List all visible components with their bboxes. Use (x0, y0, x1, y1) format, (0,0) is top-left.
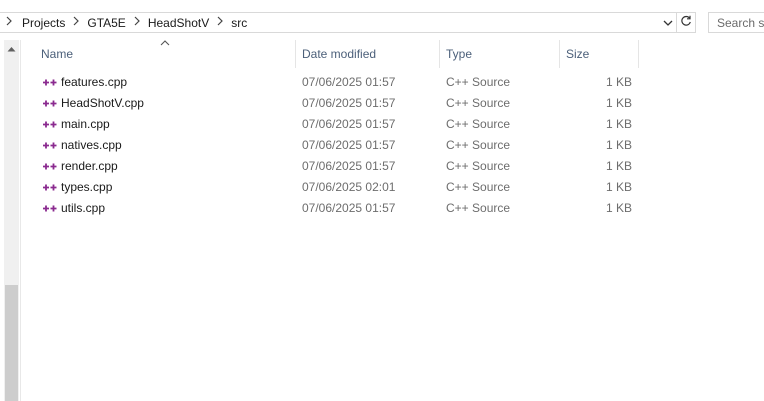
column-divider[interactable] (439, 40, 440, 68)
cpp-file-icon (42, 181, 58, 194)
file-name[interactable]: types.cpp (61, 177, 112, 198)
column-divider[interactable] (295, 40, 296, 68)
breadcrumb-headshotv[interactable]: HeadShotV (144, 16, 213, 30)
file-date-modified: 07/06/2025 01:57 (302, 159, 396, 173)
cpp-file-icon (42, 139, 58, 152)
cpp-file-icon (42, 97, 58, 110)
cpp-file-icon (42, 202, 58, 215)
cpp-file-icon (42, 118, 58, 131)
file-size: 1 KB (605, 96, 632, 110)
file-type: C++ Source (446, 159, 511, 173)
breadcrumb-projects[interactable]: Projects (18, 16, 69, 30)
cpp-file-icon (42, 160, 58, 173)
search-input[interactable] (709, 13, 764, 32)
file-row[interactable]: features.cpp 07/06/2025 01:57 C++ Source 1 … (21, 72, 764, 93)
file-type: C++ Source (446, 75, 511, 89)
column-header-name[interactable]: Name (41, 40, 73, 68)
file-type: C++ Source (446, 138, 511, 152)
file-date-modified: 07/06/2025 01:57 (302, 75, 396, 89)
chevron-right-icon[interactable] (213, 16, 227, 29)
file-date-modified: 07/06/2025 01:57 (302, 96, 396, 110)
search-box[interactable] (708, 12, 764, 33)
address-bar[interactable]: Projects GTA5E HeadShotV src (0, 12, 677, 33)
breadcrumb-src[interactable]: src (227, 16, 251, 30)
column-divider[interactable] (638, 40, 639, 68)
chevron-right-icon[interactable] (130, 16, 144, 29)
file-row[interactable]: utils.cpp 07/06/2025 01:57 C++ Source 1 KB (21, 198, 764, 219)
file-size: 1 KB (605, 201, 632, 215)
file-name[interactable]: utils.cpp (61, 198, 105, 219)
file-size: 1 KB (605, 180, 632, 194)
file-name[interactable]: natives.cpp (61, 135, 122, 156)
file-size: 1 KB (605, 159, 632, 173)
nav-pane-scrollbar[interactable] (4, 40, 19, 401)
column-header-type[interactable]: Type (446, 40, 472, 68)
file-name[interactable]: main.cpp (61, 114, 110, 135)
column-header-date-modified[interactable]: Date modified (302, 40, 376, 68)
file-size: 1 KB (605, 138, 632, 152)
file-size: 1 KB (605, 75, 632, 89)
file-list: features.cpp 07/06/2025 01:57 C++ Source 1 … (21, 72, 764, 219)
file-row[interactable]: render.cpp 07/06/2025 01:57 C++ Source 1 KB (21, 156, 764, 177)
refresh-button[interactable] (677, 12, 696, 33)
scrollbar-thumb[interactable] (5, 285, 18, 401)
file-date-modified: 07/06/2025 01:57 (302, 201, 396, 215)
file-date-modified: 07/06/2025 01:57 (302, 138, 396, 152)
file-name[interactable]: features.cpp (61, 72, 127, 93)
file-date-modified: 07/06/2025 02:01 (302, 180, 396, 194)
column-divider[interactable] (559, 40, 560, 68)
file-type: C++ Source (446, 201, 511, 215)
file-row[interactable]: natives.cpp 07/06/2025 01:57 C++ Source 1 K… (21, 135, 764, 156)
file-row[interactable]: HeadShotV.cpp 07/06/2025 01:57 C++ Source 1… (21, 93, 764, 114)
file-size: 1 KB (605, 117, 632, 131)
chevron-down-icon[interactable] (662, 16, 674, 30)
refresh-icon (680, 15, 692, 30)
sort-ascending-icon (160, 40, 170, 46)
column-header-size[interactable]: Size (566, 40, 589, 68)
breadcrumb-gta5e[interactable]: GTA5E (83, 16, 129, 30)
file-date-modified: 07/06/2025 01:57 (302, 117, 396, 131)
file-type: C++ Source (446, 117, 511, 131)
file-name[interactable]: render.cpp (61, 156, 118, 177)
cpp-file-icon (42, 76, 58, 89)
scroll-up-icon[interactable] (4, 40, 19, 57)
file-type: C++ Source (446, 180, 511, 194)
column-headers: Name Date modified Type Size (21, 40, 764, 68)
chevron-right-icon[interactable] (69, 16, 83, 29)
file-type: C++ Source (446, 96, 511, 110)
file-name[interactable]: HeadShotV.cpp (61, 93, 144, 114)
file-row[interactable]: main.cpp 07/06/2025 01:57 C++ Source 1 KB (21, 114, 764, 135)
chevron-right-icon[interactable] (4, 16, 14, 29)
address-bar-row: Projects GTA5E HeadShotV src (0, 0, 764, 40)
file-row[interactable]: types.cpp 07/06/2025 02:01 C++ Source 1 KB (21, 177, 764, 198)
